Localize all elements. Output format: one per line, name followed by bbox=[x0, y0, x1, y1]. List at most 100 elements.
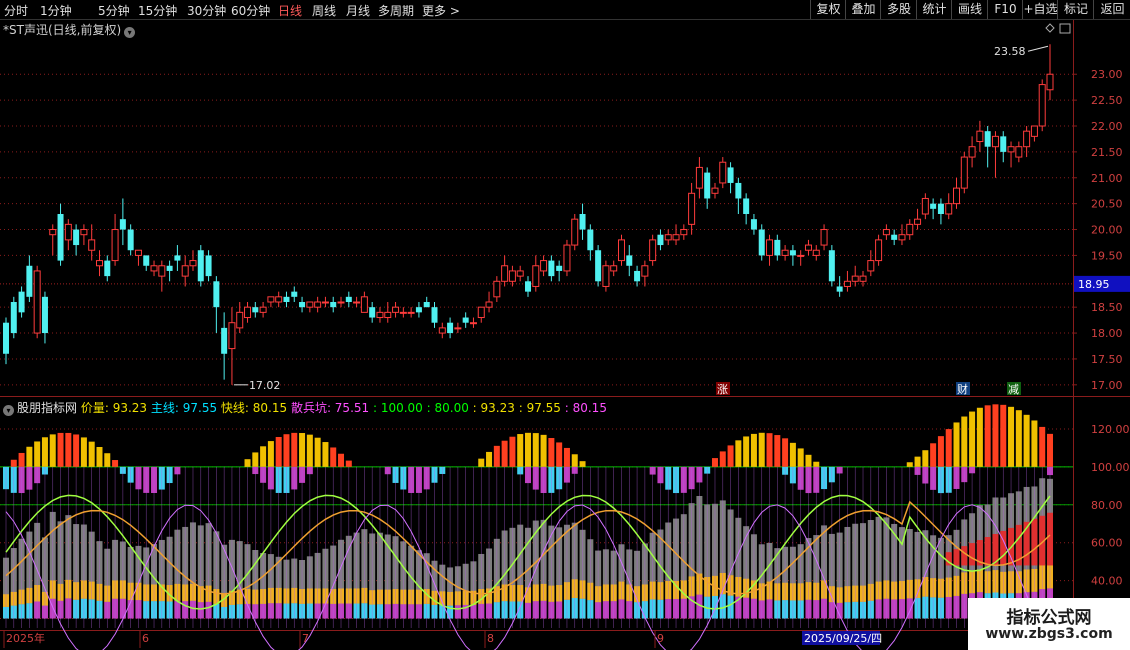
indicator-item-0: 价量: 93.23 bbox=[80, 401, 148, 415]
candle-body bbox=[953, 187, 961, 205]
indicator-item-2: 快线: 80.15 bbox=[217, 401, 288, 415]
top-bar bbox=[1015, 410, 1022, 467]
top-bar bbox=[517, 434, 524, 467]
candle-body bbox=[392, 306, 400, 313]
candle-body bbox=[719, 161, 727, 184]
candle-body bbox=[127, 229, 134, 251]
candle-body bbox=[337, 301, 345, 304]
top-bar bbox=[1031, 420, 1038, 467]
event-marker-0: 涨 bbox=[717, 383, 728, 396]
top-bar bbox=[1039, 426, 1046, 467]
top-bar bbox=[299, 433, 306, 467]
candle-body bbox=[228, 322, 236, 350]
candle-body bbox=[181, 265, 189, 277]
candle-body bbox=[447, 322, 454, 334]
candle-body bbox=[501, 265, 509, 282]
price-tick-label: 17.00 bbox=[1091, 379, 1123, 392]
candle-body bbox=[376, 311, 384, 319]
top-bar bbox=[992, 404, 999, 467]
top-bar bbox=[104, 453, 111, 467]
panel-toggle-icon bbox=[1059, 23, 1071, 34]
top-bar bbox=[906, 462, 913, 467]
kline-chart[interactable]: 23.00 22.50 22.00 21.50 21.00 20.50 20.00 19.50… bbox=[0, 0, 1130, 650]
candle-body bbox=[49, 229, 57, 236]
top-bar bbox=[563, 447, 570, 467]
top-bar bbox=[493, 445, 500, 467]
candle-body bbox=[64, 223, 72, 241]
candle-body bbox=[898, 234, 906, 241]
top-bar bbox=[976, 407, 983, 467]
ind-tick-label: 40.00 bbox=[1091, 575, 1123, 588]
candle-body bbox=[252, 307, 259, 313]
top-bar bbox=[49, 434, 56, 467]
candle-body bbox=[1046, 73, 1054, 91]
top-bar bbox=[88, 441, 95, 467]
red-bar bbox=[961, 546, 968, 566]
candle-body bbox=[704, 172, 711, 199]
top-bar bbox=[945, 429, 952, 467]
chevron-down-icon[interactable]: ▾ bbox=[3, 405, 14, 416]
ind-tick-label: 100.00 bbox=[1091, 461, 1130, 474]
candle-body bbox=[891, 234, 898, 240]
diamond-icon bbox=[1045, 23, 1055, 33]
indicator-item-8: : 80.15 bbox=[560, 401, 607, 415]
candle-body bbox=[275, 296, 283, 303]
candle-body bbox=[836, 286, 843, 292]
candle-body bbox=[579, 214, 586, 230]
top-bar bbox=[1047, 433, 1053, 467]
top-bar bbox=[766, 433, 773, 467]
candle-body bbox=[399, 311, 407, 314]
indicator-item-4: : 100.00 bbox=[369, 401, 423, 415]
candle-body bbox=[454, 327, 462, 330]
top-bar bbox=[244, 459, 251, 467]
watermark-line2: www.zbgs3.com bbox=[985, 626, 1113, 642]
top-bar bbox=[18, 452, 25, 467]
candle-body bbox=[423, 302, 430, 308]
candle-body bbox=[843, 280, 851, 287]
top-bar bbox=[922, 450, 929, 467]
candle-body bbox=[369, 307, 376, 318]
candle-body bbox=[781, 249, 789, 256]
candle-body bbox=[789, 250, 796, 256]
candle-body bbox=[851, 275, 859, 282]
candle-body bbox=[33, 270, 41, 334]
top-bar bbox=[750, 433, 757, 467]
event-marker-1: 财 bbox=[957, 382, 968, 396]
candle-body bbox=[688, 192, 696, 225]
top-bar bbox=[571, 454, 578, 467]
top-bar bbox=[758, 432, 765, 467]
candle-body bbox=[804, 244, 812, 251]
candle-body bbox=[930, 203, 937, 209]
price-tick-label: 19.50 bbox=[1091, 249, 1123, 262]
top-bar bbox=[774, 435, 781, 467]
red-bar bbox=[984, 537, 991, 566]
top-bar bbox=[937, 436, 944, 467]
top-bar bbox=[26, 446, 33, 467]
top-bar bbox=[1008, 406, 1015, 467]
candle-body bbox=[150, 265, 158, 272]
top-bar bbox=[782, 438, 789, 467]
candle-body bbox=[626, 255, 633, 266]
candle-body bbox=[774, 239, 781, 256]
candle-body bbox=[205, 255, 212, 277]
candle-body bbox=[750, 219, 757, 230]
candle-body bbox=[469, 322, 477, 325]
candle-body bbox=[727, 167, 734, 183]
candle-body bbox=[548, 260, 555, 277]
event-marker-2: 减 bbox=[1008, 383, 1019, 396]
indicator-item-3: 散兵坑: 75.51 bbox=[287, 401, 370, 415]
candle-body bbox=[213, 281, 220, 308]
indicator-name[interactable]: 股朋指标网 bbox=[17, 401, 77, 415]
price-tick-label: 20.50 bbox=[1091, 198, 1123, 211]
price-tick-label: 23.00 bbox=[1091, 68, 1123, 81]
candle-body bbox=[766, 239, 774, 256]
candle-body bbox=[26, 265, 33, 297]
x-label-4: 9 bbox=[657, 632, 664, 645]
candle-body bbox=[143, 255, 150, 266]
candle-body bbox=[291, 291, 298, 297]
top-bar bbox=[96, 446, 103, 467]
candle-body bbox=[617, 239, 625, 262]
top-bar bbox=[579, 461, 586, 467]
top-bar bbox=[260, 446, 267, 467]
top-bar bbox=[540, 434, 547, 467]
